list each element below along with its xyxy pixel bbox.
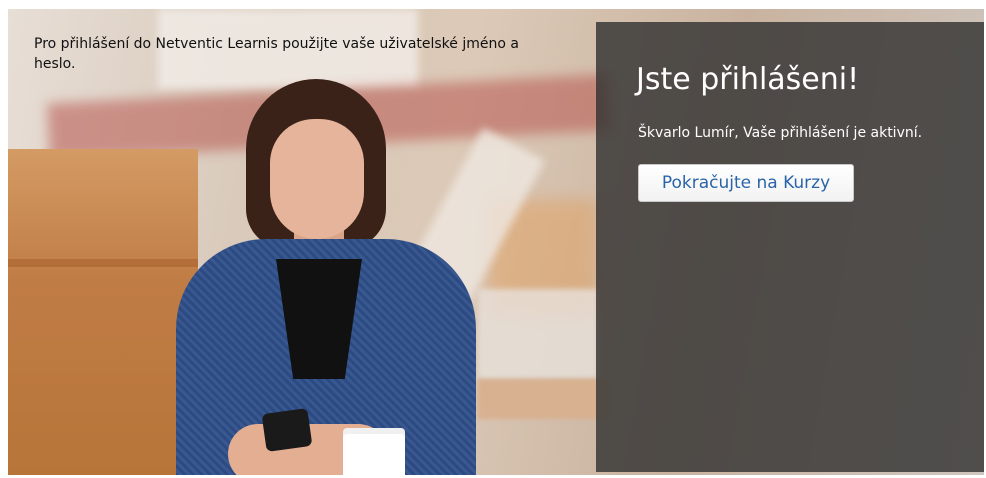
bg-chair: [478, 289, 598, 379]
face: [270, 119, 364, 239]
phone: [261, 407, 313, 453]
panel-title: Jste přihlášeni!: [636, 62, 860, 97]
coffee-cup: [343, 434, 405, 475]
continue-to-courses-button[interactable]: Pokračujte na Kurzy: [638, 164, 854, 202]
woman-with-phone-image: [168, 79, 488, 475]
login-status-panel: Jste přihlášeni! Škvarlo Lumír, Vaše při…: [596, 22, 984, 472]
login-instructions: Pro přihlášení do Netventic Learnis použ…: [34, 36, 519, 72]
bg-bench: [478, 379, 608, 419]
login-status-text: Škvarlo Lumír, Vaše přihlášení je aktivn…: [638, 125, 923, 141]
